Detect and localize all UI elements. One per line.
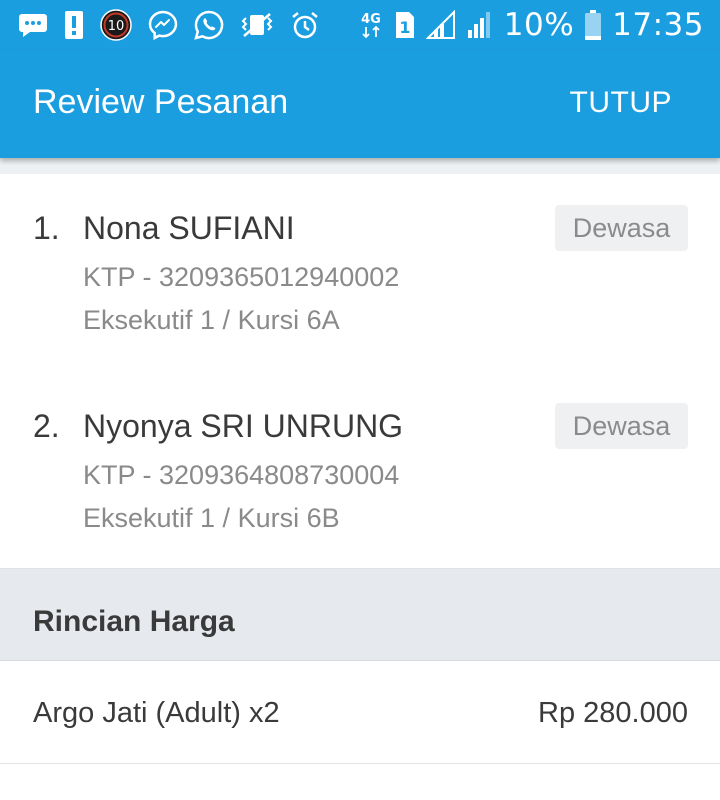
sim-1-icon: 1: [394, 10, 416, 40]
passenger-seat: Eksekutif 1 / Kursi 6B: [83, 503, 340, 533]
passenger-seat: Eksekutif 1 / Kursi 6A: [83, 305, 340, 335]
passenger-item: 2. Nyonya SRI UNRUNG KTP - 3209364808730…: [0, 372, 720, 533]
signal-icon: [466, 10, 494, 40]
app-bar-spacer: [0, 158, 720, 174]
app-bar: Review Pesanan TUTUP: [0, 50, 720, 158]
passenger-list: 1. Nona SUFIANI KTP - 3209365012940002 E…: [0, 174, 720, 569]
passenger-id: KTP - 3209364808730004: [83, 460, 400, 490]
alarm-icon: [290, 10, 320, 40]
messenger-icon: [148, 10, 178, 40]
signal-icon: [425, 10, 456, 40]
badge-10-icon: 10: [100, 9, 132, 41]
network-type-label: 4G: [361, 12, 381, 27]
close-button[interactable]: TUTUP: [570, 86, 673, 120]
whatsapp-icon: [194, 10, 224, 40]
battery-icon: [584, 9, 602, 41]
passenger-type-badge: Dewasa: [555, 403, 688, 449]
clock: 17:35: [612, 7, 704, 43]
status-bar: 10 4G 1 10% 17:35: [0, 0, 720, 50]
passenger-name: Nyonya SRI UNRUNG: [83, 408, 404, 444]
price-details-header: Rincian Harga: [0, 569, 720, 661]
network-4g-icon: 4G: [358, 9, 384, 41]
price-row: Argo Jati (Adult) x2 Rp 280.000: [0, 661, 720, 764]
passenger-name: Nona SUFIANI: [83, 210, 295, 246]
passenger-type-badge: Dewasa: [555, 205, 688, 251]
notification-count: 10: [108, 19, 125, 34]
battery-percent: 10%: [503, 7, 575, 43]
vibrate-icon: [240, 11, 274, 39]
price-details-title: Rincian Harga: [33, 605, 235, 638]
status-bar-notification-icons: 10: [18, 6, 320, 44]
alert-icon: [64, 10, 84, 40]
passenger-id: KTP - 3209365012940002: [83, 262, 400, 292]
sim-slot-label: 1: [399, 18, 410, 37]
passenger-number: 2.: [33, 408, 60, 444]
price-item-label: Argo Jati (Adult) x2: [33, 697, 280, 729]
chat-icon: [18, 12, 48, 38]
price-item-value: Rp 280.000: [538, 697, 688, 729]
page-title: Review Pesanan: [33, 83, 289, 121]
status-bar-system-icons: 4G 1 10% 17:35: [358, 6, 704, 44]
passenger-number: 1.: [33, 210, 60, 246]
passenger-item: 1. Nona SUFIANI KTP - 3209365012940002 E…: [0, 174, 720, 335]
